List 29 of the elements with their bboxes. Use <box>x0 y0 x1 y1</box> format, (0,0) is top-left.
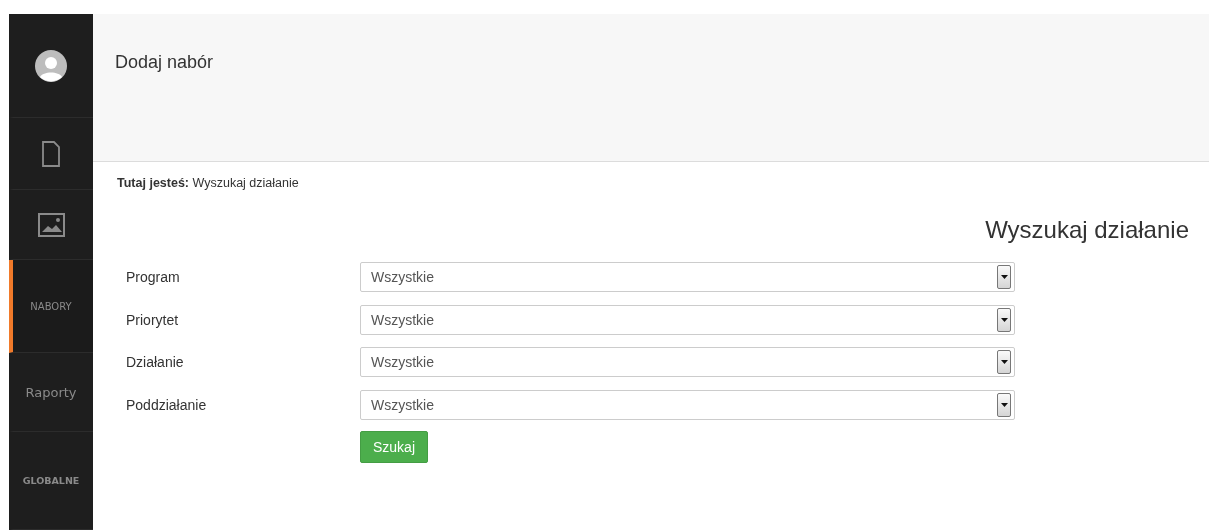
page-title: Dodaj nabór <box>115 52 214 73</box>
dropdown-button[interactable] <box>997 392 1011 417</box>
field-label: Poddziałanie <box>125 396 208 413</box>
image-icon[interactable] <box>37 212 65 237</box>
search-button[interactable]: Szukaj <box>360 431 429 463</box>
field-label: Priorytet <box>125 311 180 328</box>
select-field[interactable]: Wszystkie <box>360 304 1015 335</box>
document-icon[interactable] <box>42 140 60 167</box>
sidebar-link[interactable]: NABORY <box>30 300 72 312</box>
sidebar-item[interactable]: GLOBALNE <box>9 432 93 530</box>
sidebar-item[interactable]: Raporty <box>9 353 93 432</box>
sidebar-item[interactable]: NABORY <box>9 260 93 353</box>
dropdown-button[interactable] <box>997 265 1011 290</box>
select-field[interactable]: Wszystkie <box>360 347 1015 378</box>
sidebar-link[interactable]: GLOBALNE <box>22 475 80 486</box>
sidebar-link[interactable]: Raporty <box>25 384 77 400</box>
caret-icon <box>1000 317 1008 322</box>
dropdown-button[interactable] <box>997 307 1011 332</box>
caret-icon <box>1000 402 1008 407</box>
field-label: Program <box>125 269 181 286</box>
select-field[interactable]: Wszystkie <box>360 389 1015 420</box>
caret-icon <box>1000 360 1008 365</box>
avatar-icon <box>35 49 67 82</box>
caret-icon <box>1000 275 1008 280</box>
select-field[interactable]: Wszystkie <box>360 262 1015 293</box>
field-label: Działanie <box>125 354 185 371</box>
breadcrumb: Tutaj jesteś: Wyszukaj działanie <box>117 176 299 190</box>
section-heading: Wyszukaj działanie <box>985 216 1189 244</box>
dropdown-button[interactable] <box>997 350 1011 375</box>
